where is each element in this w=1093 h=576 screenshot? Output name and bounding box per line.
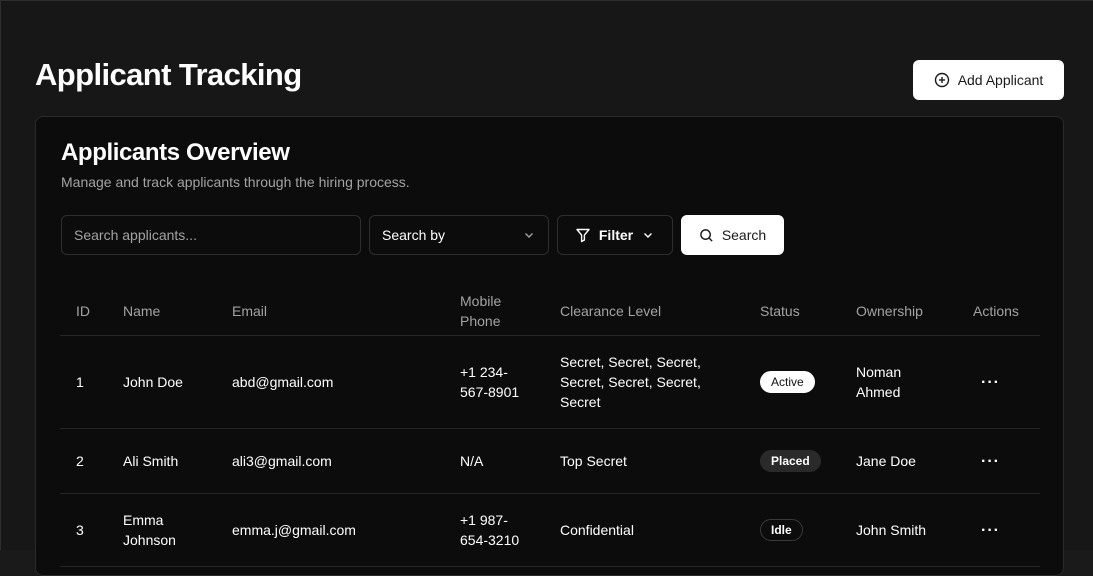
- cell-status: Idle: [744, 493, 840, 567]
- card-subtitle: Manage and track applicants through the …: [61, 174, 410, 190]
- chevron-down-icon: [522, 228, 536, 242]
- add-applicant-button[interactable]: Add Applicant: [913, 60, 1064, 100]
- table-row[interactable]: 2 Ali Smith ali3@gmail.com N/A Top Secre…: [60, 428, 1040, 494]
- cell-actions: ···: [957, 428, 1040, 494]
- table-row[interactable]: 3 Emma Johnson emma.j@gmail.com +1 987-6…: [60, 493, 1040, 567]
- funnel-icon: [575, 227, 591, 243]
- search-button-label: Search: [721, 227, 767, 243]
- page-title: Applicant Tracking: [35, 57, 302, 92]
- cell-name: Emma Johnson: [107, 493, 216, 567]
- plus-circle-icon: [934, 72, 950, 88]
- column-header-id: ID: [60, 287, 107, 336]
- cell-actions: ···: [957, 335, 1040, 429]
- column-header-name: Name: [107, 287, 216, 336]
- cell-ownership: Noman Ahmed: [840, 335, 957, 429]
- filter-button[interactable]: Filter: [557, 215, 673, 255]
- cell-email: abd@gmail.com: [216, 335, 444, 429]
- search-input[interactable]: [61, 215, 361, 255]
- cell-status: Active: [744, 335, 840, 429]
- cell-id: 1: [60, 335, 107, 429]
- app-window: Applicant Tracking Add Applicant Applica…: [0, 0, 1093, 576]
- cell-phone: +1 234-567-8901: [444, 335, 544, 429]
- applicants-table: ID Name Email Mobile Phone Clearance Lev…: [60, 287, 1040, 567]
- filter-label: Filter: [598, 227, 634, 243]
- column-header-status: Status: [744, 287, 840, 336]
- table-header-row: ID Name Email Mobile Phone Clearance Lev…: [60, 287, 1040, 336]
- cell-id: 3: [60, 493, 107, 567]
- cell-name: John Doe: [107, 335, 216, 429]
- cell-email: emma.j@gmail.com: [216, 493, 444, 567]
- column-header-ownership: Ownership: [840, 287, 957, 336]
- cell-phone: N/A: [444, 428, 544, 494]
- cell-phone: +1 987-654-3210: [444, 493, 544, 567]
- status-badge: Placed: [760, 450, 821, 472]
- cell-clearance: Top Secret: [544, 428, 744, 494]
- search-button[interactable]: Search: [681, 215, 784, 255]
- cell-clearance: Secret, Secret, Secret, Secret, Secret, …: [544, 335, 744, 429]
- search-by-select[interactable]: Search by: [369, 215, 549, 255]
- cell-ownership: John Smith: [840, 493, 957, 567]
- card-title: Applicants Overview: [61, 139, 290, 166]
- cell-name: Ali Smith: [107, 428, 216, 494]
- more-actions-icon[interactable]: ···: [973, 453, 1000, 470]
- applicants-overview-card: Applicants Overview Manage and track app…: [35, 116, 1064, 576]
- more-actions-icon[interactable]: ···: [973, 522, 1000, 539]
- cell-status: Placed: [744, 428, 840, 494]
- status-badge: Active: [760, 371, 815, 393]
- table-row[interactable]: 1 John Doe abd@gmail.com +1 234-567-8901…: [60, 335, 1040, 429]
- more-actions-icon[interactable]: ···: [973, 374, 1000, 391]
- column-header-actions: Actions: [957, 287, 1040, 336]
- column-header-email: Email: [216, 287, 444, 336]
- cell-ownership: Jane Doe: [840, 428, 957, 494]
- chevron-down-icon: [641, 228, 655, 242]
- cell-email: ali3@gmail.com: [216, 428, 444, 494]
- cell-clearance: Confidential: [544, 493, 744, 567]
- magnifier-icon: [699, 228, 714, 243]
- search-by-label: Search by: [382, 227, 446, 243]
- status-badge: Idle: [760, 519, 803, 541]
- cell-actions: ···: [957, 493, 1040, 567]
- add-applicant-label: Add Applicant: [957, 72, 1044, 88]
- column-header-clearance-level: Clearance Level: [544, 287, 744, 336]
- column-header-mobile-phone: Mobile Phone: [444, 287, 544, 336]
- cell-id: 2: [60, 428, 107, 494]
